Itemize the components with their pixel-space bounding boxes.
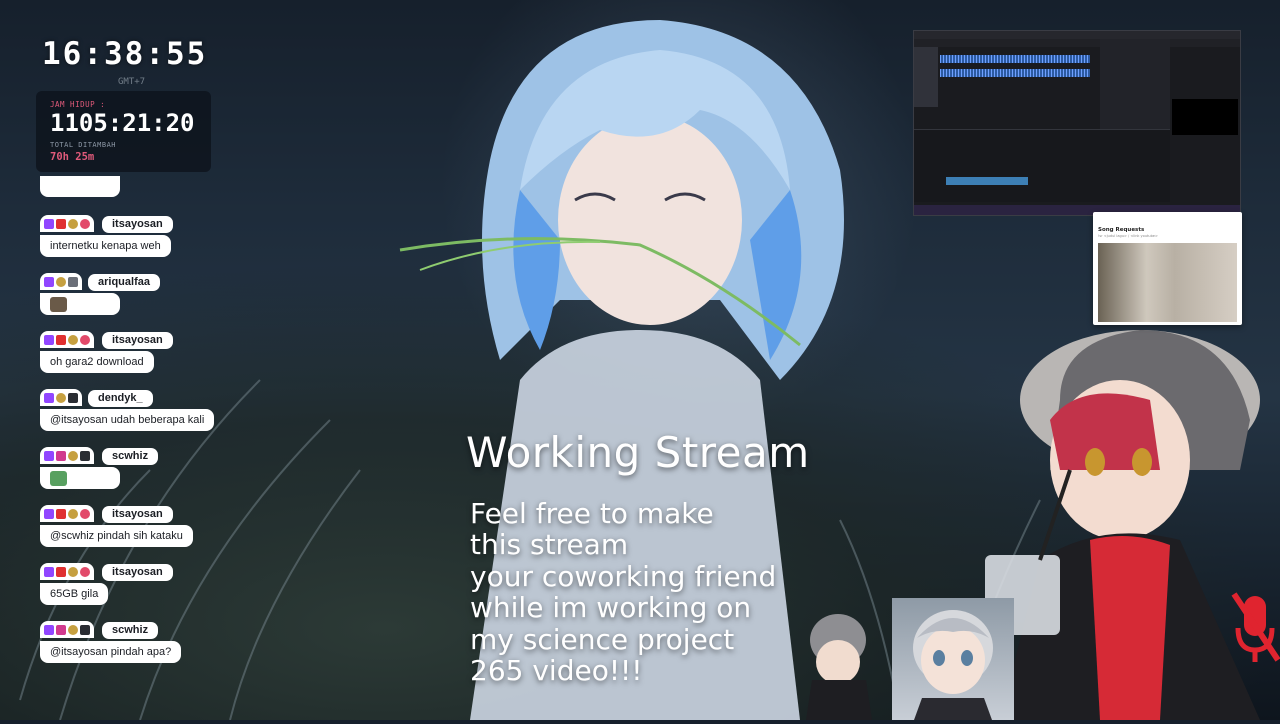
audio-track [940, 55, 1090, 63]
chat-message: itsayosan internetku kenapa weh [38, 214, 173, 257]
chat-username: itsayosan [102, 564, 173, 581]
editor-properties-panel [1100, 39, 1170, 129]
chat-username: dendyk_ [88, 390, 153, 407]
chat-username: scwhiz [102, 622, 159, 639]
heart-badge-icon [80, 218, 90, 229]
twitch-badge-icon [44, 276, 54, 287]
subscriber-badge-icon [56, 450, 66, 461]
chat-text: @itsayosan pindah apa? [40, 641, 182, 663]
editor-sidebar [914, 47, 938, 107]
song-request-widget: Song Requests !sr <judul lagu> / <link y… [1093, 212, 1242, 325]
user-badges [40, 215, 94, 232]
star-badge-icon [68, 218, 78, 229]
vtuber-cam [892, 598, 1014, 720]
user-badges [40, 505, 94, 522]
mic-off-icon [1231, 592, 1280, 662]
user-badges [40, 389, 82, 406]
user-badges [40, 563, 94, 580]
heart-badge-icon [80, 334, 90, 345]
star-badge-icon [68, 508, 78, 519]
clock-time: 16:38:55 [42, 36, 208, 72]
chat-username: itsayosan [102, 506, 173, 523]
song-request-title: Song Requests [1098, 227, 1145, 233]
drop-badge-icon [68, 276, 78, 287]
stream-description: Feel free to make this stream your cowor… [470, 497, 777, 688]
description-line: your coworking friend [470, 559, 777, 593]
chat-text: @itsayosan udah beberapa kali [40, 409, 215, 431]
chat-text: @scwhiz pindah sih kataku [40, 525, 193, 547]
description-line: my science project [470, 622, 735, 656]
description-line: while im working on [470, 591, 752, 625]
timer-value: 1105:21:20 [50, 109, 195, 137]
subscriber-badge-icon [56, 334, 66, 345]
chat-username: scwhiz [102, 448, 159, 465]
chat-message: ariqualfaa [38, 272, 160, 315]
heart-badge-icon [80, 508, 90, 519]
twitch-badge-icon [44, 334, 54, 345]
twitch-badge-icon [44, 566, 54, 577]
clock-timezone: GMT+7 [118, 77, 146, 87]
user-badges [40, 331, 94, 348]
subathon-timer: JAM HIDUP : 1105:21:20 TOTAL DITAMBAH 70… [36, 91, 211, 172]
chat-message: dendyk_ @itsayosan udah beberapa kali [38, 388, 215, 431]
chat-message: itsayosan @scwhiz pindah sih kataku [38, 504, 193, 547]
editor-timeline [914, 129, 1170, 202]
stream-title: Working Stream [466, 428, 810, 477]
song-request-subtitle: !sr <judul lagu> / <link youtube> [1098, 234, 1158, 238]
chat-text: internetku kenapa weh [40, 235, 171, 257]
description-line: this stream [470, 528, 629, 562]
emote-icon [50, 296, 67, 312]
vtuber-avatar [913, 610, 993, 720]
chat-message: scwhiz @itsayosan pindah apa? [38, 620, 182, 663]
editor-toolbar [914, 39, 1240, 47]
chat-message: itsayosan oh gara2 download [38, 330, 173, 373]
chat-username: ariqualfaa [88, 274, 160, 291]
star-badge-icon [68, 450, 78, 461]
star-badge-icon [68, 566, 78, 577]
subscriber-badge-icon [56, 508, 66, 519]
twitch-badge-icon [44, 218, 54, 229]
twitch-badge-icon [44, 508, 54, 519]
timer-added-label: TOTAL DITAMBAH [50, 141, 117, 149]
star-badge-icon [56, 392, 66, 403]
subscriber-badge-icon [56, 566, 66, 577]
subscriber-badge-icon [56, 624, 66, 635]
editor-titlebar [914, 31, 1240, 39]
chat-previous-message [40, 176, 120, 197]
star-badge-icon [56, 276, 66, 287]
star-badge-icon [68, 334, 78, 345]
user-badges [40, 621, 94, 638]
user-badges [40, 447, 94, 464]
star-badge-icon [68, 624, 78, 635]
timer-label: JAM HIDUP : [50, 100, 106, 109]
heart-badge-icon [80, 566, 90, 577]
subscriber-badge-icon [56, 218, 66, 229]
timeline-clip [946, 177, 1028, 185]
description-line: 265 video!!! [470, 654, 643, 688]
twitch-badge-icon [44, 392, 54, 403]
chat-text: oh gara2 download [40, 351, 154, 373]
user-badges [40, 273, 82, 290]
chat-username: itsayosan [102, 216, 173, 233]
screen-capture-window [913, 30, 1241, 216]
editor-preview [1172, 99, 1238, 135]
emote-icon [50, 470, 67, 486]
audio-track [940, 69, 1090, 77]
chat-message: itsayosan 65GB gila [38, 562, 173, 605]
chat-text: 65GB gila [40, 583, 109, 605]
tier-badge-icon [80, 450, 90, 461]
timer-added-value: 70h 25m [50, 151, 95, 163]
song-video-thumbnail [1098, 243, 1237, 322]
twitch-badge-icon [44, 624, 54, 635]
chat-text [40, 467, 120, 489]
description-line: Feel free to make [470, 497, 714, 530]
tier-badge-icon [80, 624, 90, 635]
chat-overlay: itsayosan internetku kenapa weh ariqualf… [38, 176, 278, 686]
chat-message: scwhiz [38, 446, 159, 489]
speaker-badge-icon [68, 392, 78, 403]
chat-text [40, 293, 120, 315]
twitch-badge-icon [44, 450, 54, 461]
chat-username: itsayosan [102, 332, 173, 349]
